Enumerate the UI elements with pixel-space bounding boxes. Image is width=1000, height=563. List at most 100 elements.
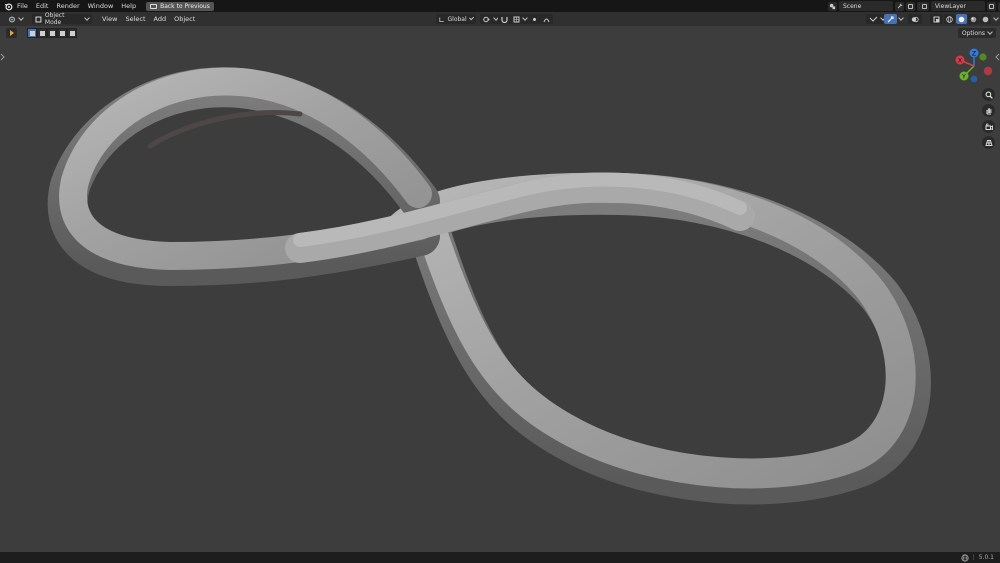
new-scene-icon[interactable] — [906, 1, 915, 11]
header-menu-view[interactable]: View — [98, 12, 121, 26]
status-divider: | — [972, 554, 975, 561]
mode-label: Object Mode — [44, 12, 65, 26]
transform-orientation-selector[interactable]: Global — [436, 14, 476, 24]
wireframe-shading-button[interactable] — [944, 14, 955, 24]
chevron-down-icon — [468, 15, 474, 21]
view-layer-name-label: ViewLayer — [935, 2, 966, 10]
menu-render[interactable]: Render — [52, 0, 83, 12]
select-intersect-icon — [69, 30, 75, 36]
screen-icon — [150, 3, 158, 9]
header-menu-object[interactable]: Object — [170, 12, 199, 26]
select-new-button[interactable] — [27, 28, 37, 38]
overlays-toggle-button[interactable] — [908, 14, 922, 24]
figure-eight-mesh[interactable] — [0, 26, 1000, 552]
editor-type-icon — [9, 16, 15, 22]
view-layer-selector: ViewLayer — [920, 1, 1000, 11]
chevron-down-icon — [18, 15, 24, 21]
options-dropdown[interactable]: Options — [957, 28, 996, 38]
overlays-icon — [911, 16, 919, 22]
camera-view-button[interactable] — [982, 120, 995, 133]
selection-mode-group — [27, 28, 77, 38]
status-bar: | 5.0.1 — [0, 552, 1000, 563]
xray-icon — [933, 16, 940, 22]
grid-view-icon — [984, 139, 993, 146]
3d-viewport[interactable] — [0, 26, 1000, 552]
material-shading-button[interactable] — [968, 14, 979, 24]
chevron-down-icon — [898, 15, 904, 21]
orientation-label: Global — [447, 15, 467, 23]
gizmo-neg-x-axis[interactable] — [983, 66, 993, 76]
network-globe-icon[interactable] — [961, 553, 969, 562]
select-tool-icon — [9, 30, 14, 36]
scene-browse-button[interactable] — [828, 1, 837, 11]
select-intersect-button[interactable] — [67, 28, 77, 38]
falloff-curve-icon — [543, 18, 550, 22]
rendered-shading-button[interactable] — [980, 14, 991, 24]
gizmo-neg-z-axis[interactable] — [970, 75, 978, 83]
blender-logo-icon[interactable] — [3, 1, 13, 11]
navigation-gizmo[interactable]: Z X Y — [950, 46, 998, 86]
version-label: 5.0.1 — [978, 554, 994, 561]
object-mode-icon — [35, 16, 42, 22]
scene-name-field[interactable]: Scene — [839, 1, 893, 11]
menu-help[interactable]: Help — [117, 0, 140, 12]
snap-target-button[interactable] — [510, 14, 530, 24]
material-sphere-icon — [970, 16, 977, 22]
camera-icon — [985, 123, 993, 130]
toolbar-expand-arrow-icon[interactable] — [0, 52, 6, 62]
select-subtract-button[interactable] — [47, 28, 57, 38]
gizmo-z-label: Z — [972, 50, 976, 57]
scene-pin-icon[interactable] — [895, 1, 904, 11]
select-difference-button[interactable] — [57, 28, 67, 38]
menu-window[interactable]: Window — [84, 0, 118, 12]
chevron-down-icon — [522, 15, 528, 21]
select-extend-button[interactable] — [37, 28, 47, 38]
back-to-previous-button[interactable]: Back to Previous — [146, 1, 214, 11]
view-layer-name-field[interactable]: ViewLayer — [931, 1, 985, 11]
solid-sphere-icon — [958, 16, 965, 22]
select-difference-icon — [59, 30, 65, 36]
scene-selector: Scene — [828, 1, 926, 11]
orientation-icon — [439, 17, 444, 22]
chevron-down-icon — [987, 29, 993, 35]
back-to-previous-label: Back to Previous — [160, 2, 210, 10]
proportional-falloff-button[interactable] — [540, 14, 553, 24]
solid-shading-button[interactable] — [956, 14, 967, 24]
top-menu-bar: File Edit Render Window Help Back to Pre… — [0, 0, 1000, 12]
pan-button[interactable] — [982, 104, 995, 117]
select-extend-icon — [39, 30, 45, 36]
gizmo-x-label: X — [958, 57, 962, 64]
header-menu-add[interactable]: Add — [150, 12, 171, 26]
pivot-icon — [483, 16, 490, 22]
pan-hand-icon — [986, 107, 991, 114]
rendered-sphere-icon — [982, 16, 989, 22]
gizmo-y-label: Y — [961, 73, 966, 80]
shading-options-button[interactable] — [992, 14, 1000, 24]
active-tool-button[interactable] — [6, 28, 17, 38]
zoom-icon — [985, 91, 993, 99]
new-view-layer-icon[interactable] — [987, 1, 996, 11]
visibility-icon — [869, 16, 878, 22]
wireframe-sphere-icon — [946, 15, 953, 23]
viewport-header: Object Mode View Select Add Object Globa… — [0, 12, 1000, 26]
projection-toggle-button[interactable] — [982, 136, 995, 149]
xray-toggle-button[interactable] — [930, 14, 943, 24]
header-menu-select[interactable]: Select — [121, 12, 149, 26]
gizmo-neg-y-axis[interactable] — [979, 53, 987, 61]
gizmo-options-button[interactable] — [896, 14, 906, 24]
menu-file[interactable]: File — [13, 0, 32, 12]
view-layer-browse-button[interactable] — [920, 1, 929, 11]
chevron-down-icon — [993, 15, 999, 21]
zoom-button[interactable] — [982, 88, 995, 101]
shading-modes — [944, 14, 1000, 24]
menu-edit[interactable]: Edit — [32, 0, 53, 12]
scene-name-label: Scene — [843, 2, 862, 10]
proportional-edit-icon — [533, 17, 536, 21]
options-label: Options — [961, 29, 985, 37]
snap-magnet-icon — [501, 16, 508, 23]
mode-selector[interactable]: Object Mode — [32, 12, 92, 26]
select-subtract-icon — [49, 30, 55, 36]
chevron-down-icon — [84, 15, 90, 21]
gizmo-arrows-icon — [887, 16, 894, 22]
editor-type-button[interactable] — [5, 14, 26, 24]
